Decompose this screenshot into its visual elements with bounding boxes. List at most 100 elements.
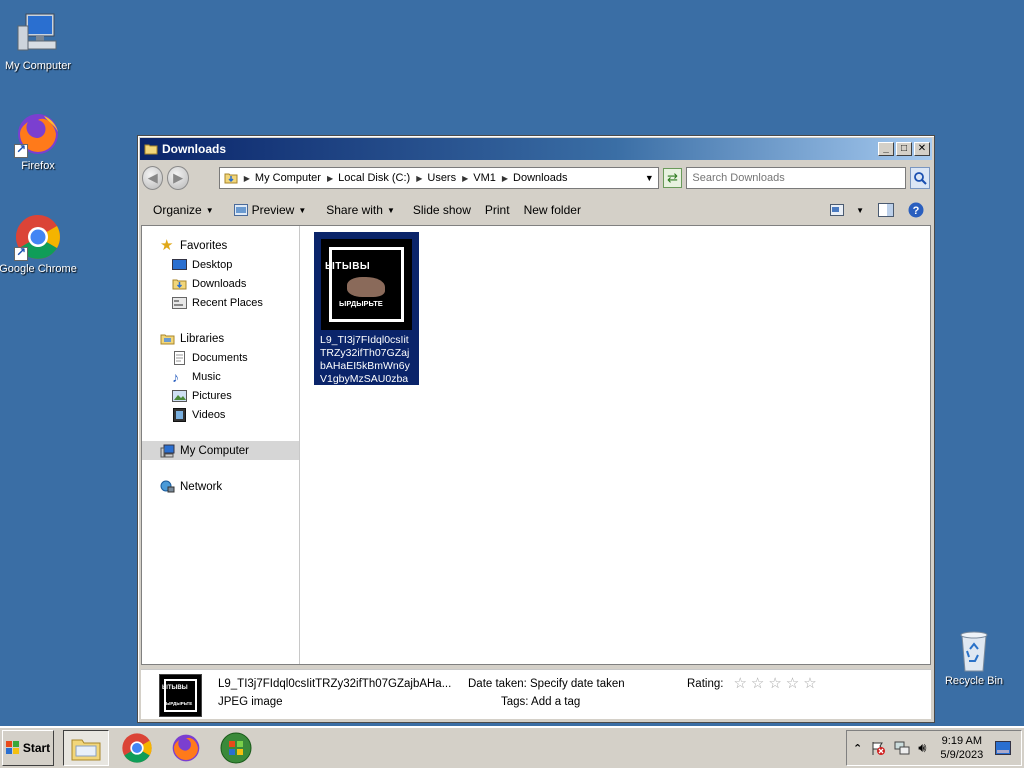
print-button[interactable]: Print bbox=[480, 200, 515, 220]
organize-menu[interactable]: Organize ▼ bbox=[148, 200, 219, 220]
nav-downloads[interactable]: Downloads bbox=[142, 274, 299, 293]
breadcrumb-local-disk[interactable]: ▶ Local Disk (C:) bbox=[327, 172, 410, 184]
nav-network[interactable]: Network bbox=[142, 477, 299, 496]
nav-recent-places[interactable]: Recent Places bbox=[142, 293, 299, 312]
view-options-button[interactable]: ▼ bbox=[830, 204, 864, 216]
forward-button[interactable]: ▶ bbox=[167, 166, 189, 190]
details-date-taken[interactable]: Date taken: Specify date taken bbox=[468, 678, 625, 690]
chevron-right-icon: ▶ bbox=[501, 173, 509, 183]
breadcrumb-vm1[interactable]: ▶ VM1 bbox=[462, 172, 496, 184]
details-thumbnail: ЫТЫВЫ ЫРДЫРЬТЕ bbox=[159, 674, 202, 717]
search-input[interactable] bbox=[686, 167, 907, 189]
nav-favorites[interactable]: ★ Favorites bbox=[142, 236, 299, 255]
show-desktop-icon[interactable] bbox=[995, 741, 1012, 755]
taskbar-firefox[interactable] bbox=[163, 730, 209, 766]
help-icon[interactable]: ? bbox=[908, 202, 924, 218]
search-icon bbox=[914, 172, 927, 185]
title-bar[interactable]: Downloads _ □ ✕ bbox=[140, 138, 932, 160]
windows-logo-icon bbox=[5, 741, 19, 754]
explorer-body: ★ Favorites Desktop Downloads Recent Pla… bbox=[141, 225, 931, 665]
nav-desktop[interactable]: Desktop bbox=[142, 255, 299, 274]
refresh-button[interactable]: ⇄ bbox=[662, 168, 683, 188]
details-rating[interactable]: Rating: ☆ ☆ ☆ ☆ ☆ bbox=[687, 676, 817, 691]
forward-arrow-icon: ▶ bbox=[173, 170, 184, 185]
downloads-folder-icon bbox=[172, 279, 187, 289]
nav-pictures[interactable]: Pictures bbox=[142, 386, 299, 405]
thumbnail-text-bottom: ЫРДЫРЬТЕ bbox=[166, 701, 193, 706]
computer-icon bbox=[14, 10, 62, 58]
view-icon bbox=[830, 204, 845, 216]
new-folder-button[interactable]: New folder bbox=[519, 200, 586, 220]
back-button[interactable]: ◀ bbox=[142, 166, 164, 190]
star-icon[interactable]: ☆ bbox=[768, 676, 781, 691]
breadcrumb-my-computer[interactable]: ▶ My Computer bbox=[244, 172, 321, 184]
preview-button[interactable]: Preview ▼ bbox=[229, 200, 312, 220]
nav-libraries[interactable]: Libraries bbox=[142, 329, 299, 348]
thumbnail-frame bbox=[164, 679, 197, 712]
preview-icon bbox=[233, 204, 248, 216]
music-icon: ♪ bbox=[172, 368, 179, 385]
caret-down-icon: ▼ bbox=[205, 205, 214, 215]
minimize-button[interactable]: _ bbox=[878, 142, 894, 156]
search-button[interactable] bbox=[910, 167, 930, 189]
thumbnail-text-top: ЫТЫВЫ bbox=[325, 261, 371, 272]
clock-date: 5/9/2023 bbox=[940, 749, 984, 761]
thumbnail-text-bottom: ЫРДЫРЬТЕ bbox=[339, 299, 383, 308]
computer-icon bbox=[160, 444, 175, 457]
file-item[interactable]: ЫТЫВЫ ЫРДЫРЬТЕ L9_TI3j7FIdql0csIitTRZy32… bbox=[314, 232, 419, 398]
libraries-icon bbox=[160, 334, 175, 344]
taskbar-chrome[interactable] bbox=[114, 730, 160, 766]
desktop-icon-firefox[interactable]: Firefox bbox=[0, 110, 78, 172]
preview-pane-icon[interactable] bbox=[878, 203, 894, 217]
nav-videos[interactable]: Videos bbox=[142, 405, 299, 424]
clock[interactable]: 9:19 AM 5/9/2023 bbox=[940, 734, 983, 762]
taskbar-explorer[interactable] bbox=[63, 730, 109, 766]
desktop-icon-recycle-bin[interactable]: Recycle Bin bbox=[934, 625, 1014, 687]
recycle-bin-icon bbox=[950, 625, 998, 673]
folder-icon bbox=[144, 144, 158, 155]
chevron-right-icon: ▶ bbox=[243, 173, 250, 183]
explorer-window: Downloads _ □ ✕ ◀ ▶ ▶ My Computer ▶ Local … bbox=[137, 135, 935, 723]
navigation-pane: ★ Favorites Desktop Downloads Recent Pla… bbox=[142, 226, 300, 664]
details-tags[interactable]: Tags: Add a tag bbox=[501, 696, 580, 708]
breadcrumb-users[interactable]: ▶ Users bbox=[416, 172, 456, 184]
taskbar-media-player[interactable] bbox=[213, 730, 259, 766]
details-file-name: L9_TI3j7FIdql0csIitTRZy32ifTh07GZajbAHa.… bbox=[218, 678, 452, 690]
star-icon[interactable]: ☆ bbox=[733, 676, 746, 691]
network-status-icon[interactable] bbox=[894, 740, 910, 756]
show-hidden-icons-icon[interactable]: ⌃ bbox=[853, 742, 862, 755]
nav-my-computer[interactable]: My Computer bbox=[142, 441, 299, 460]
desktop-icon-label: Recycle Bin bbox=[944, 675, 1004, 687]
rating-label: Rating: bbox=[687, 678, 724, 690]
chrome-icon bbox=[14, 213, 62, 261]
address-dropdown-icon[interactable]: ▼ bbox=[645, 173, 654, 183]
nav-documents[interactable]: Documents bbox=[142, 348, 299, 367]
desktop-icon-chrome[interactable]: Google Chrome bbox=[0, 213, 78, 275]
address-bar[interactable]: ▶ My Computer ▶ Local Disk (C:) ▶ Users ▶ VM… bbox=[218, 167, 659, 189]
close-button[interactable]: ✕ bbox=[914, 142, 930, 156]
volume-icon[interactable]: 🔊︎ bbox=[918, 740, 926, 756]
breadcrumb-downloads[interactable]: ▶ Downloads bbox=[502, 172, 568, 184]
caret-down-icon: ▼ bbox=[386, 205, 395, 215]
maximize-button[interactable]: □ bbox=[896, 142, 912, 156]
caret-down-icon: ▼ bbox=[298, 205, 307, 215]
firefox-icon bbox=[14, 110, 62, 158]
share-with-menu[interactable]: Share with ▼ bbox=[321, 200, 400, 220]
clock-time: 9:19 AM bbox=[941, 735, 983, 747]
details-pane: ЫТЫВЫ ЫРДЫРЬТЕ L9_TI3j7FIdql0csIitTRZy32… bbox=[141, 669, 931, 719]
chevron-right-icon: ▶ bbox=[416, 173, 423, 183]
star-icon[interactable]: ☆ bbox=[786, 676, 799, 691]
star-icon[interactable]: ☆ bbox=[803, 676, 816, 691]
slide-show-button[interactable]: Slide show bbox=[408, 200, 476, 220]
desktop-icon-my-computer[interactable]: My Computer bbox=[0, 10, 78, 72]
start-button[interactable]: Start bbox=[2, 730, 54, 766]
chevron-right-icon: ▶ bbox=[462, 173, 469, 183]
chrome-icon bbox=[122, 733, 152, 763]
file-list[interactable]: ЫТЫВЫ ЫРДЫРЬТЕ L9_TI3j7FIdql0csIitTRZy32… bbox=[300, 226, 930, 664]
star-icon[interactable]: ☆ bbox=[751, 676, 764, 691]
nav-music[interactable]: ♪ Music bbox=[142, 367, 299, 386]
action-center-flag-icon[interactable] bbox=[870, 740, 886, 756]
network-icon bbox=[160, 480, 175, 492]
chevron-right-icon: ▶ bbox=[326, 173, 334, 183]
pictures-icon bbox=[172, 389, 187, 402]
